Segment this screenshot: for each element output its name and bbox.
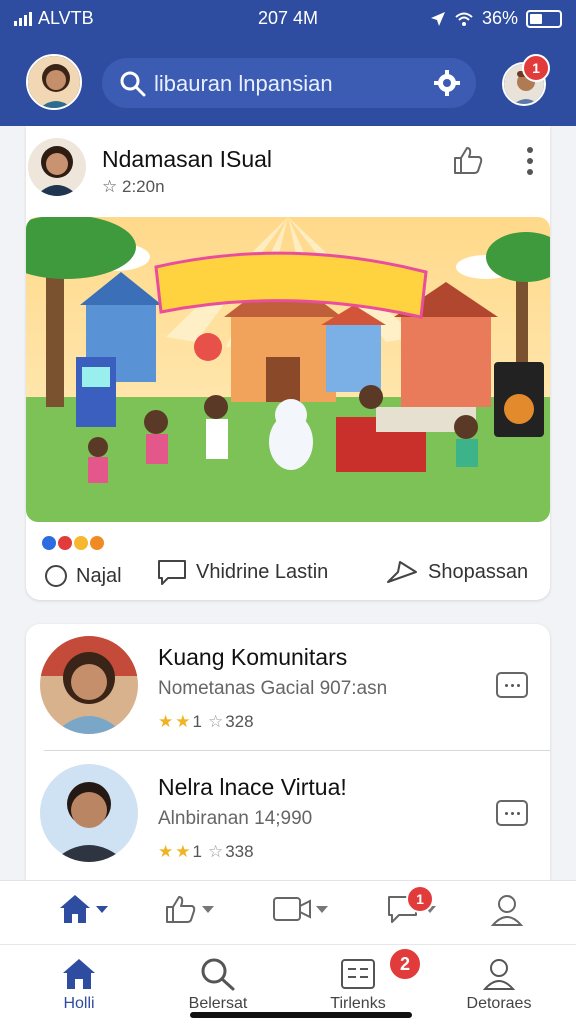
comment-icon (158, 560, 186, 585)
post-author-name[interactable]: Ndamasan ISual (102, 146, 272, 173)
more-options-button[interactable] (496, 800, 528, 826)
chevron-down-icon (316, 905, 328, 913)
comment-label: Vhidrine Lastin (196, 560, 329, 583)
video-icon (273, 897, 311, 921)
react-label: Najal (76, 564, 122, 587)
comment-action[interactable]: Vhidrine Lastin (156, 558, 328, 586)
post-actions: Najal Vhidrine Lastin Shopassan (26, 554, 550, 594)
star-filled-icon: ★ (175, 842, 191, 861)
rating-total: 328 (225, 712, 254, 731)
post-time: ☆ 2:20n (102, 177, 165, 197)
search-icon (120, 71, 146, 97)
post-image[interactable] (26, 217, 550, 522)
profile-icon (482, 959, 516, 990)
search-icon (201, 958, 235, 991)
nav-search-label: Belersat (188, 995, 248, 1012)
star-filled-icon: ★ (175, 712, 191, 731)
community-avatar[interactable] (40, 764, 138, 862)
chevron-down-icon (96, 905, 108, 913)
star-outline-icon: ☆ (207, 712, 224, 731)
rating-total: 338 (225, 842, 254, 861)
icon-toolbar: 1 (0, 880, 576, 944)
notification-badge: 1 (522, 54, 550, 82)
home-icon (63, 959, 95, 989)
post-card: Ndamasan ISual ☆ 2:20n Najal Vhidrine La… (26, 126, 550, 600)
chat-badge: 1 (406, 885, 434, 913)
like-dropdown[interactable] (164, 893, 214, 925)
news-feed-icon (341, 959, 375, 989)
nav-profile[interactable]: Detoraes (429, 957, 569, 1013)
home-dropdown[interactable] (58, 893, 108, 925)
location-arrow-icon (430, 11, 445, 26)
like-icon[interactable] (452, 144, 484, 176)
community-rating: ★ ★ 1 ☆ 328 (158, 712, 254, 732)
nav-feed-badge: 2 (388, 947, 422, 981)
media-dropdown[interactable] (272, 893, 328, 925)
star-outline-icon: ☆ (207, 842, 224, 861)
rating-count: 1 (192, 842, 202, 861)
community-subtitle: Alnbiranan 14;990 (158, 808, 313, 829)
search-bar[interactable]: libauran lnpansian (102, 58, 476, 108)
star-outline-icon: ☆ (102, 177, 118, 196)
more-options-button[interactable] (496, 672, 528, 698)
post-time-text: 2:20n (121, 177, 165, 196)
share-icon (387, 561, 417, 583)
community-title[interactable]: Nelra lnace Virtua! (158, 774, 347, 801)
community-list: Kuang Komunitars Nometanas Gacial 907:as… (26, 624, 550, 880)
profile-avatar[interactable] (26, 54, 82, 110)
status-bar: ALVTB 207 4M 36% (0, 6, 576, 30)
community-title[interactable]: Kuang Komunitars (158, 644, 347, 671)
react-action[interactable]: Najal (44, 564, 122, 588)
battery-icon (526, 9, 562, 28)
nav-home-label: Holli (63, 995, 95, 1012)
profile-icon[interactable] (490, 893, 524, 927)
community-avatar[interactable] (40, 636, 138, 734)
home-indicator (190, 1012, 412, 1018)
rating-count: 1 (192, 712, 202, 731)
star-half-icon: ★ (158, 712, 174, 731)
status-right: 36% (430, 8, 562, 29)
star-filled-icon: ★ (158, 842, 174, 861)
reaction-icons[interactable] (40, 534, 106, 552)
list-item[interactable]: Nelra lnace Virtua! Alnbiranan 14;990 ★ … (26, 752, 550, 880)
share-action[interactable]: Shopassan (386, 558, 528, 586)
wifi-icon (455, 12, 473, 26)
more-vertical-icon[interactable] (524, 146, 536, 176)
share-label: Shopassan (428, 560, 529, 583)
top-bar: ALVTB 207 4M 36% libauran lnpansian 1 (0, 0, 576, 126)
home-icon (60, 895, 90, 923)
battery-percent: 36% (481, 8, 518, 28)
circle-outline-icon (45, 565, 67, 587)
chevron-down-icon (202, 905, 214, 913)
search-input[interactable]: libauran lnpansian (154, 71, 333, 97)
nav-home[interactable]: Holli (9, 957, 149, 1013)
settings-gear-icon[interactable] (434, 70, 460, 96)
thumbs-up-icon (166, 896, 196, 923)
list-item[interactable]: Kuang Komunitars Nometanas Gacial 907:as… (26, 624, 550, 752)
row-divider (44, 750, 550, 751)
nav-feed-label: Tirlenks (330, 995, 386, 1012)
reaction-haha-icon (88, 534, 106, 552)
post-author-avatar[interactable] (28, 138, 86, 196)
nav-search[interactable]: Belersat (148, 957, 288, 1013)
community-subtitle: Nometanas Gacial 907:asn (158, 678, 388, 699)
community-rating: ★ ★ 1 ☆ 338 (158, 842, 254, 862)
nav-profile-label: Detoraes (466, 995, 532, 1012)
